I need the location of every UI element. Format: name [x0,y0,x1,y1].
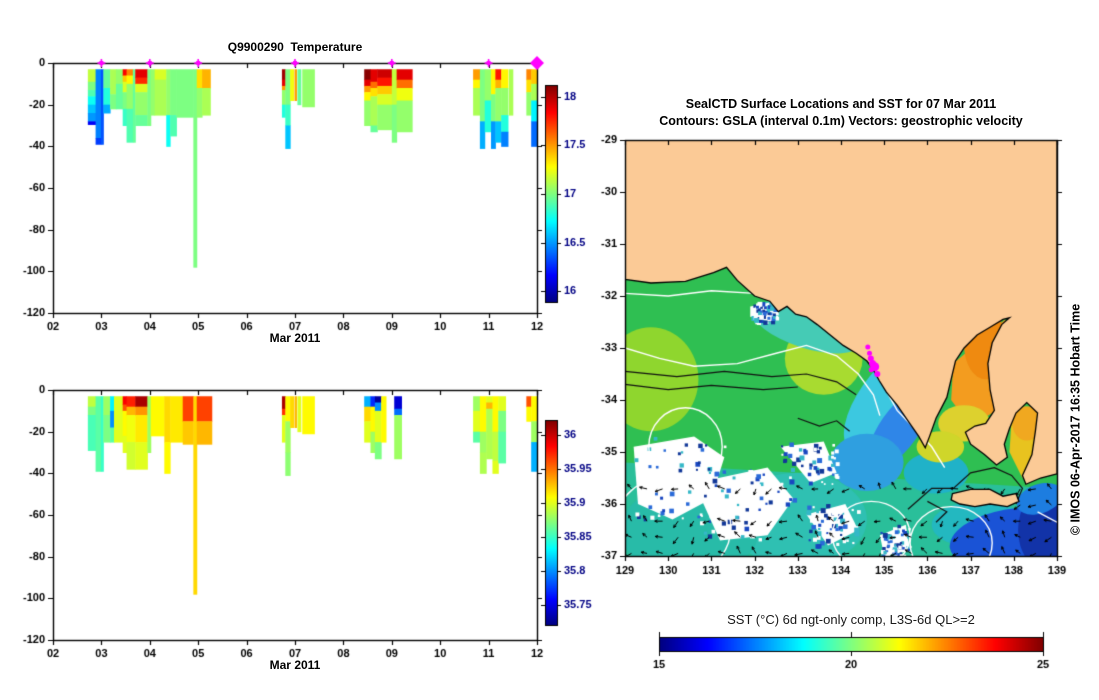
imos-credit-text: © IMOS 06-Apr-2017 16:35 Hobart Time [1068,303,1083,536]
map-title-line1: SealCTD Surface Locations and SST for 07… [685,97,997,111]
salinity-panel: Mar 2011 [0,357,599,700]
sst-colorbar-canvas [599,610,1099,680]
salinity-heatmap-canvas [0,357,599,687]
temperature-panel: Q9900290 Temperature Mar 2011 [0,0,599,352]
temperature-x-axis-label: Mar 2011 [269,331,321,345]
salinity-x-axis-label: Mar 2011 [269,658,321,672]
sst-map-panel: SealCTD Surface Locations and SST for 07… [599,90,1099,700]
sst-map-canvas [599,130,1099,610]
map-title-line2: Contours: GSLA (interval 0.1m) Vectors: … [659,114,1023,128]
temperature-heatmap-canvas [0,0,599,352]
